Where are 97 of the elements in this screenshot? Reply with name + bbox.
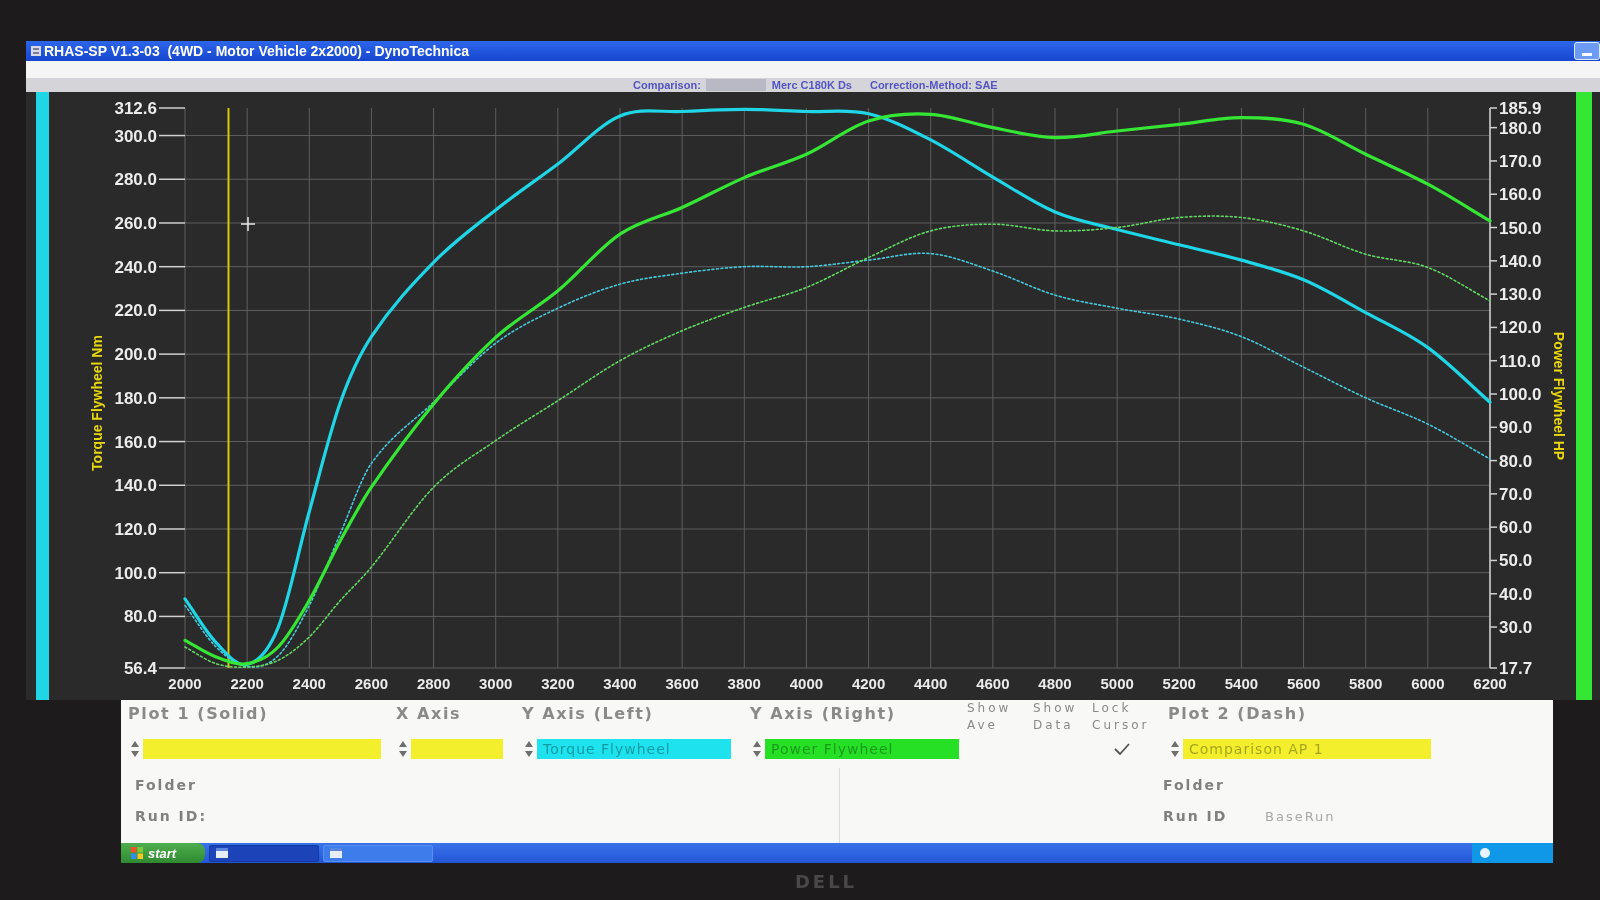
axis-tick-label: 2000 xyxy=(168,675,202,692)
axis-tick-label: 220.0 xyxy=(114,301,157,321)
axis-tick-label: 50.0 xyxy=(1499,551,1533,571)
axis-tick-label: 2600 xyxy=(354,675,389,692)
updown-arrows-icon[interactable] xyxy=(753,741,761,757)
axis-selector-field[interactable]: Torque Flywheel xyxy=(537,739,731,759)
minimize-button[interactable] xyxy=(1574,42,1600,60)
axis-tick-label: 5000 xyxy=(1100,675,1134,692)
field-label: Folder xyxy=(135,777,197,793)
axis-tick-label: 56.4 xyxy=(123,659,157,678)
comparison-field[interactable] xyxy=(705,79,766,91)
column-heading: Plot 2 (Dash) xyxy=(1168,703,1307,725)
column-heading: Y Axis (Left) xyxy=(522,703,654,725)
axis-tick-label: 180.0 xyxy=(114,388,157,408)
crosshair-icon xyxy=(240,216,256,232)
flag-icon xyxy=(131,847,143,859)
correction-method: Correction-Method: SAE xyxy=(869,78,998,92)
window-icon xyxy=(330,848,342,858)
axis-tick-label: 2400 xyxy=(292,675,326,692)
axis-tick-label: 3400 xyxy=(603,675,637,692)
axis-tick-label: 80.0 xyxy=(123,607,157,627)
axis-selector-field[interactable]: Power Flywheel xyxy=(765,739,959,759)
comparison-name: Merc C180K Ds xyxy=(771,78,852,92)
comparison-label: Comparison: xyxy=(633,78,701,92)
axis-tick-label: 2200 xyxy=(230,675,264,692)
axis-tick-label: 185.9 xyxy=(1499,99,1542,118)
axis-tick-label: 140.0 xyxy=(1499,251,1542,271)
axis-tick-label: 312.6 xyxy=(114,99,157,118)
updown-arrows-icon[interactable] xyxy=(525,741,533,757)
checkmark-icon[interactable] xyxy=(1114,743,1130,755)
axis-tick-label: 80.0 xyxy=(1499,451,1533,471)
axis-tick-label: 100.0 xyxy=(114,563,157,583)
axis-tick-label: 2800 xyxy=(416,675,451,692)
axis-tick-label: 4000 xyxy=(789,675,824,692)
axis-tick-label: 60.0 xyxy=(1499,518,1533,538)
axis-tick-label: 120.0 xyxy=(114,520,157,539)
axis-tick-label: 130.0 xyxy=(1499,285,1542,305)
axis-tick-label: 170.0 xyxy=(1499,151,1542,171)
app-icon xyxy=(31,46,41,56)
tray-icon[interactable] xyxy=(1480,848,1490,858)
axis-tick-label: 70.0 xyxy=(1499,484,1533,504)
axis-tick-label: 180.0 xyxy=(1499,118,1542,138)
updown-arrows-icon[interactable] xyxy=(1171,741,1179,757)
taskbar-button[interactable] xyxy=(209,844,319,862)
axis-tick-label: 5400 xyxy=(1224,675,1259,692)
axis-tick-label: 3600 xyxy=(665,675,699,692)
axis-tick-label: 200.0 xyxy=(114,345,157,365)
axis-tick-label: 4200 xyxy=(851,675,886,692)
axis-title: Power Flywheel HP xyxy=(1551,331,1567,461)
axis-selector-field[interactable] xyxy=(143,739,381,759)
axis-tick-label: 30.0 xyxy=(1499,618,1533,638)
axis-tick-label: 260.0 xyxy=(114,213,157,233)
axis-tick-label: 100.0 xyxy=(1499,385,1542,404)
axis-title: Torque Flywheel Nm xyxy=(89,335,105,471)
axis-tick-label: 240.0 xyxy=(114,257,157,277)
updown-arrows-icon[interactable] xyxy=(131,741,139,757)
column-heading: Y Axis (Right) xyxy=(750,703,896,725)
column-heading: Plot 1 (Solid) xyxy=(128,703,269,725)
cursor-line[interactable] xyxy=(227,107,230,669)
start-button[interactable]: start xyxy=(121,843,205,863)
axis-tick-label: 3800 xyxy=(727,675,761,692)
window-icon xyxy=(216,848,228,858)
axis-tick-label: 150.0 xyxy=(1499,218,1542,238)
window-title: RHAS-SP V1.3-03 (4WD - Motor Vehicle 2x2000) - DynoTechnica xyxy=(44,42,470,61)
axis-tick-label: 6200 xyxy=(1473,675,1507,692)
axis-tick-label: 4400 xyxy=(914,675,948,692)
field-value: BaseRun xyxy=(1265,808,1336,824)
taskbar-button[interactable] xyxy=(323,844,433,862)
axis-tick-label: 5800 xyxy=(1349,675,1383,692)
axis-tick-label: 17.7 xyxy=(1499,659,1533,678)
axis-tick-label: 4600 xyxy=(976,675,1010,692)
column-heading: Show Ave xyxy=(967,700,1012,734)
axis-tick-label: 160.0 xyxy=(114,432,157,452)
field-label: Folder xyxy=(1163,777,1225,793)
axis-tick-label: 90.0 xyxy=(1499,418,1533,438)
axis-tick-label: 300.0 xyxy=(114,126,157,146)
axis-tick-label: 160.0 xyxy=(1499,185,1542,205)
axis-tick-label: 4800 xyxy=(1038,675,1072,692)
axis-selector-field[interactable]: Comparison AP 1 xyxy=(1183,739,1431,759)
axis-tick-label: 140.0 xyxy=(114,476,157,496)
axis-tick-label: 6000 xyxy=(1411,675,1445,692)
column-heading: X Axis xyxy=(396,703,462,725)
axis-tick-label: 3200 xyxy=(541,675,575,692)
axis-selector-field[interactable] xyxy=(411,739,503,759)
field-label: Run ID: xyxy=(135,808,208,824)
axis-tick-label: 5600 xyxy=(1286,675,1321,692)
column-heading: Lock Cursor xyxy=(1092,700,1150,734)
updown-arrows-icon[interactable] xyxy=(399,741,407,757)
column-heading: Show Data xyxy=(1033,700,1078,734)
field-label: Run ID xyxy=(1163,808,1228,824)
axis-tick-label: 3000 xyxy=(479,675,513,692)
axis-tick-label: 40.0 xyxy=(1499,584,1533,604)
minimize-icon xyxy=(1582,53,1592,56)
axis-tick-label: 5200 xyxy=(1162,675,1196,692)
axis-tick-label: 120.0 xyxy=(1499,318,1542,338)
axis-tick-label: 280.0 xyxy=(114,170,157,190)
axis-tick-label: 110.0 xyxy=(1499,351,1541,371)
